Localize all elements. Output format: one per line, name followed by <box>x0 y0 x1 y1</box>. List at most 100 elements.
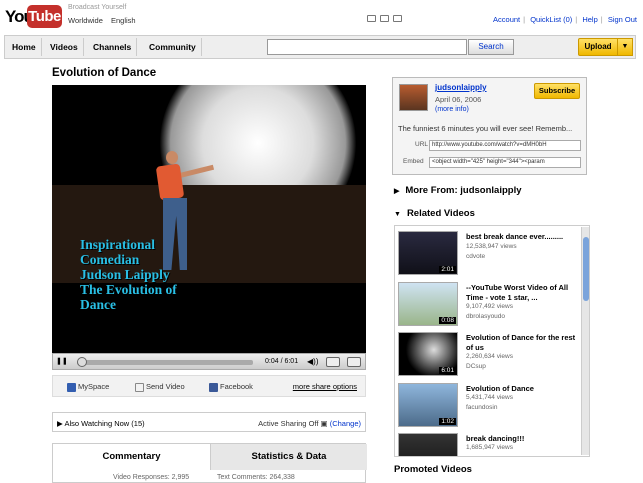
subscribe-button[interactable]: Subscribe <box>534 83 580 99</box>
url-field[interactable]: http://www.youtube.com/watch?v=dMH0bH <box>429 140 581 151</box>
video-icon[interactable] <box>393 15 402 22</box>
seek-handle[interactable] <box>76 357 87 367</box>
view-count: 9,107,492 views <box>466 303 513 310</box>
collapse-arrow-icon: ▼ <box>394 211 401 218</box>
embed-field[interactable]: <object width="425" height="344"><param <box>429 157 581 168</box>
nav-tab-community[interactable]: Community <box>144 38 202 56</box>
list-item[interactable]: 6:01 Evolution of Dance for the rest of … <box>398 332 578 382</box>
video-uploader[interactable]: DCsup <box>466 363 486 370</box>
overlay-line: Dance <box>80 297 116 312</box>
video-player[interactable]: Inspirational Comedian Judson Laipply Th… <box>52 85 366 353</box>
inbox-icon[interactable] <box>367 15 376 22</box>
video-uploader[interactable]: dbrolasyoudo <box>466 313 505 320</box>
related-videos-section[interactable]: ▼ Related Videos <box>394 208 475 219</box>
tab-commentary[interactable]: Commentary <box>53 444 210 470</box>
share-row: MySpace Send Video Facebook more share o… <box>52 375 366 397</box>
related-videos-label: Related Videos <box>406 208 475 219</box>
related-scrollbar[interactable] <box>581 227 589 455</box>
video-overlay-text: Inspirational Comedian Judson Laipply Th… <box>80 237 177 312</box>
list-item[interactable]: 2:01 best break dance ever......... 12,5… <box>398 231 578 281</box>
account-link[interactable]: Account <box>493 15 520 24</box>
search-button[interactable]: Search <box>468 39 514 55</box>
volume-icon[interactable]: ◀)) <box>307 357 318 366</box>
uploader-box: judsonlaipply April 06, 2006 (more info)… <box>392 77 587 175</box>
video-thumbnail[interactable]: 1:02 <box>398 383 458 427</box>
more-from-label: More From: judsonlaipply <box>405 185 522 196</box>
view-count: 2,260,634 views <box>466 353 513 360</box>
seek-bar[interactable] <box>77 360 253 365</box>
view-count: 1,685,947 views <box>466 444 513 451</box>
nav-tab-channels[interactable]: Channels <box>88 38 138 56</box>
uploader-name-link[interactable]: judsonlaipply <box>435 83 487 92</box>
avatar[interactable] <box>399 84 428 111</box>
also-watching-bar[interactable]: ▶ Also Watching Now (15) Active Sharing … <box>52 412 366 432</box>
more-from-section[interactable]: ▶ More From: judsonlaipply <box>394 185 522 196</box>
facebook-icon <box>209 382 218 392</box>
upload-button[interactable]: Upload <box>578 38 618 56</box>
video-thumbnail[interactable]: 2:01 <box>398 231 458 275</box>
tagline: Broadcast Yourself <box>68 4 127 11</box>
url-label: URL <box>415 141 429 148</box>
scrollbar-thumb[interactable] <box>583 237 589 301</box>
video-title-link[interactable]: Evolution of Dance <box>466 384 578 394</box>
nav-bar: Home Videos Channels Community Search Up… <box>4 35 636 59</box>
sharing-icon: ▣ <box>320 419 328 428</box>
search-input[interactable] <box>267 39 467 55</box>
video-title-link[interactable]: break dancing!!! <box>466 434 578 444</box>
view-count: 12,538,947 views <box>466 243 517 250</box>
video-responses-count: Video Responses: 2,995 <box>113 474 190 481</box>
overlay-line: Judson Laipply <box>80 267 170 282</box>
video-thumbnail[interactable]: 0:08 <box>398 282 458 326</box>
list-item[interactable]: break dancing!!! 1,685,947 views <box>398 433 578 456</box>
video-duration: 0:08 <box>439 317 456 324</box>
video-title: Evolution of Dance <box>52 67 157 79</box>
player-controls: ❚❚ 0:04 / 6:01 ◀)) <box>52 353 366 370</box>
nav-tab-home[interactable]: Home <box>7 38 42 56</box>
locale-language[interactable]: English <box>111 16 136 25</box>
header-icons <box>367 15 402 22</box>
list-item[interactable]: 0:08 --YouTube Worst Video of All Time -… <box>398 282 578 332</box>
fullscreen-icon[interactable] <box>347 357 361 367</box>
upload-dropdown-icon[interactable]: ▼ <box>618 38 633 56</box>
mail-icon[interactable] <box>380 15 389 22</box>
overlay-line: Inspirational <box>80 237 156 252</box>
top-links: Account | QuickList (0) | Help | Sign Out <box>493 15 637 24</box>
logo-tube: Tube <box>27 5 62 28</box>
video-thumbnail[interactable]: 6:01 <box>398 332 458 376</box>
video-duration: 2:01 <box>439 266 456 273</box>
tab-statistics[interactable]: Statistics & Data <box>210 444 367 470</box>
more-share-options-link[interactable]: more share options <box>293 382 357 391</box>
quicklist-link[interactable]: QuickList (0) <box>530 15 572 24</box>
video-title-link[interactable]: best break dance ever......... <box>466 232 578 242</box>
youtube-logo[interactable]: You Tube <box>5 3 63 29</box>
expand-arrow-icon: ▶ <box>394 188 400 195</box>
change-sharing-link[interactable]: (Change) <box>330 419 361 428</box>
also-watching-count: (15) <box>131 419 145 428</box>
help-link[interactable]: Help <box>582 15 597 24</box>
video-uploader[interactable]: cdvote <box>466 253 485 260</box>
size-toggle-icon[interactable] <box>326 357 340 367</box>
sign-out-link[interactable]: Sign Out <box>608 15 637 24</box>
video-title-link[interactable]: Evolution of Dance for the rest of us <box>466 333 578 353</box>
send-video-share[interactable]: Send Video <box>135 382 185 392</box>
video-uploader[interactable]: facundosin <box>466 404 497 411</box>
video-title-link[interactable]: --YouTube Worst Video of All Time - vote… <box>466 283 578 303</box>
facebook-share[interactable]: Facebook <box>209 382 253 392</box>
locale-selector[interactable]: Worldwide English <box>68 16 142 25</box>
myspace-share[interactable]: MySpace <box>67 382 109 392</box>
overlay-line: The Evolution of <box>80 282 177 297</box>
video-duration: 6:01 <box>439 367 456 374</box>
more-info-link[interactable]: (more info) <box>435 106 469 113</box>
send-video-label: Send Video <box>146 382 185 391</box>
also-watching-label: Also Watching Now <box>64 419 130 428</box>
locale-region[interactable]: Worldwide <box>68 16 103 25</box>
video-thumbnail[interactable] <box>398 433 458 456</box>
text-comments-count: Text Comments: 264,338 <box>217 474 295 481</box>
pause-icon[interactable]: ❚❚ <box>56 357 68 367</box>
myspace-icon <box>67 382 76 392</box>
envelope-icon <box>135 382 144 392</box>
promoted-videos-heading: Promoted Videos <box>394 464 472 475</box>
list-item[interactable]: 1:02 Evolution of Dance 5,431,744 views … <box>398 383 578 433</box>
nav-tab-videos[interactable]: Videos <box>45 38 84 56</box>
also-watching[interactable]: ▶ Also Watching Now (15) <box>57 419 145 428</box>
